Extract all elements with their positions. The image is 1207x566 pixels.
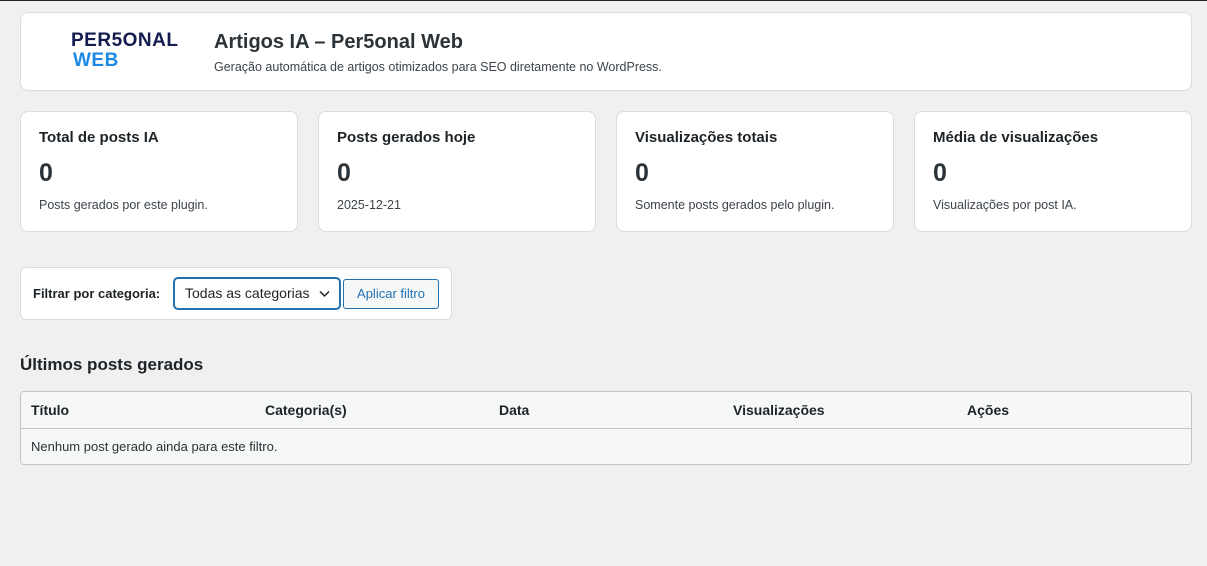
latest-posts-heading: Últimos posts gerados	[20, 355, 204, 374]
personal-web-logo: PER5ONAL WEB	[71, 31, 181, 75]
table-row: Nenhum post gerado ainda para este filtr…	[21, 429, 1191, 464]
column-header-date[interactable]: Data	[499, 402, 529, 418]
stat-card-total-views: Visualizações totais 0 Somente posts ger…	[616, 111, 894, 232]
logo-text-bottom: WEB	[73, 50, 119, 71]
stat-card-description: Somente posts gerados pelo plugin.	[635, 198, 835, 212]
stat-card-value: 0	[337, 159, 351, 187]
top-border	[0, 0, 1207, 1]
stat-card-description: Visualizações por post IA.	[933, 198, 1077, 212]
stat-card-description: 2025-12-21	[337, 198, 401, 212]
stat-card-total-posts: Total de posts IA 0 Posts gerados por es…	[20, 111, 298, 232]
category-select[interactable]: Todas as categorias	[174, 278, 340, 309]
category-select-value: Todas as categorias	[185, 285, 310, 301]
column-header-categories[interactable]: Categoria(s)	[265, 402, 347, 418]
stat-card-title: Média de visualizações	[933, 129, 1099, 146]
empty-table-message: Nenhum post gerado ainda para este filtr…	[31, 439, 278, 454]
stat-card-average-views: Média de visualizações 0 Visualizações p…	[914, 111, 1192, 232]
logo-text-top: PER5ONAL	[71, 30, 179, 51]
column-header-actions: Ações	[967, 402, 1010, 418]
stat-card-description: Posts gerados por este plugin.	[39, 198, 208, 212]
stat-card-title: Total de posts IA	[39, 129, 159, 146]
category-filter-bar: Filtrar por categoria: Todas as categori…	[20, 267, 452, 320]
posts-table-header: Título Categoria(s) Data Visualizações A…	[21, 392, 1191, 429]
column-header-views[interactable]: Visualizações	[733, 402, 825, 418]
posts-table: Título Categoria(s) Data Visualizações A…	[20, 391, 1192, 465]
apply-filter-button[interactable]: Aplicar filtro	[343, 279, 439, 309]
stat-card-value: 0	[635, 159, 649, 187]
stat-card-title: Posts gerados hoje	[337, 129, 476, 146]
page-title: Artigos IA – Per5onal Web	[214, 31, 463, 53]
column-header-title[interactable]: Título	[31, 402, 69, 418]
stat-card-value: 0	[39, 159, 53, 187]
plugin-header: PER5ONAL WEB Artigos IA – Per5onal Web G…	[20, 12, 1192, 91]
chevron-down-icon	[319, 290, 330, 298]
stat-card-title: Visualizações totais	[635, 129, 778, 146]
stat-card-posts-today: Posts gerados hoje 0 2025-12-21	[318, 111, 596, 232]
category-filter-label: Filtrar por categoria:	[33, 286, 161, 301]
page-subtitle: Geração automática de artigos otimizados…	[214, 60, 662, 74]
stat-card-value: 0	[933, 159, 947, 187]
